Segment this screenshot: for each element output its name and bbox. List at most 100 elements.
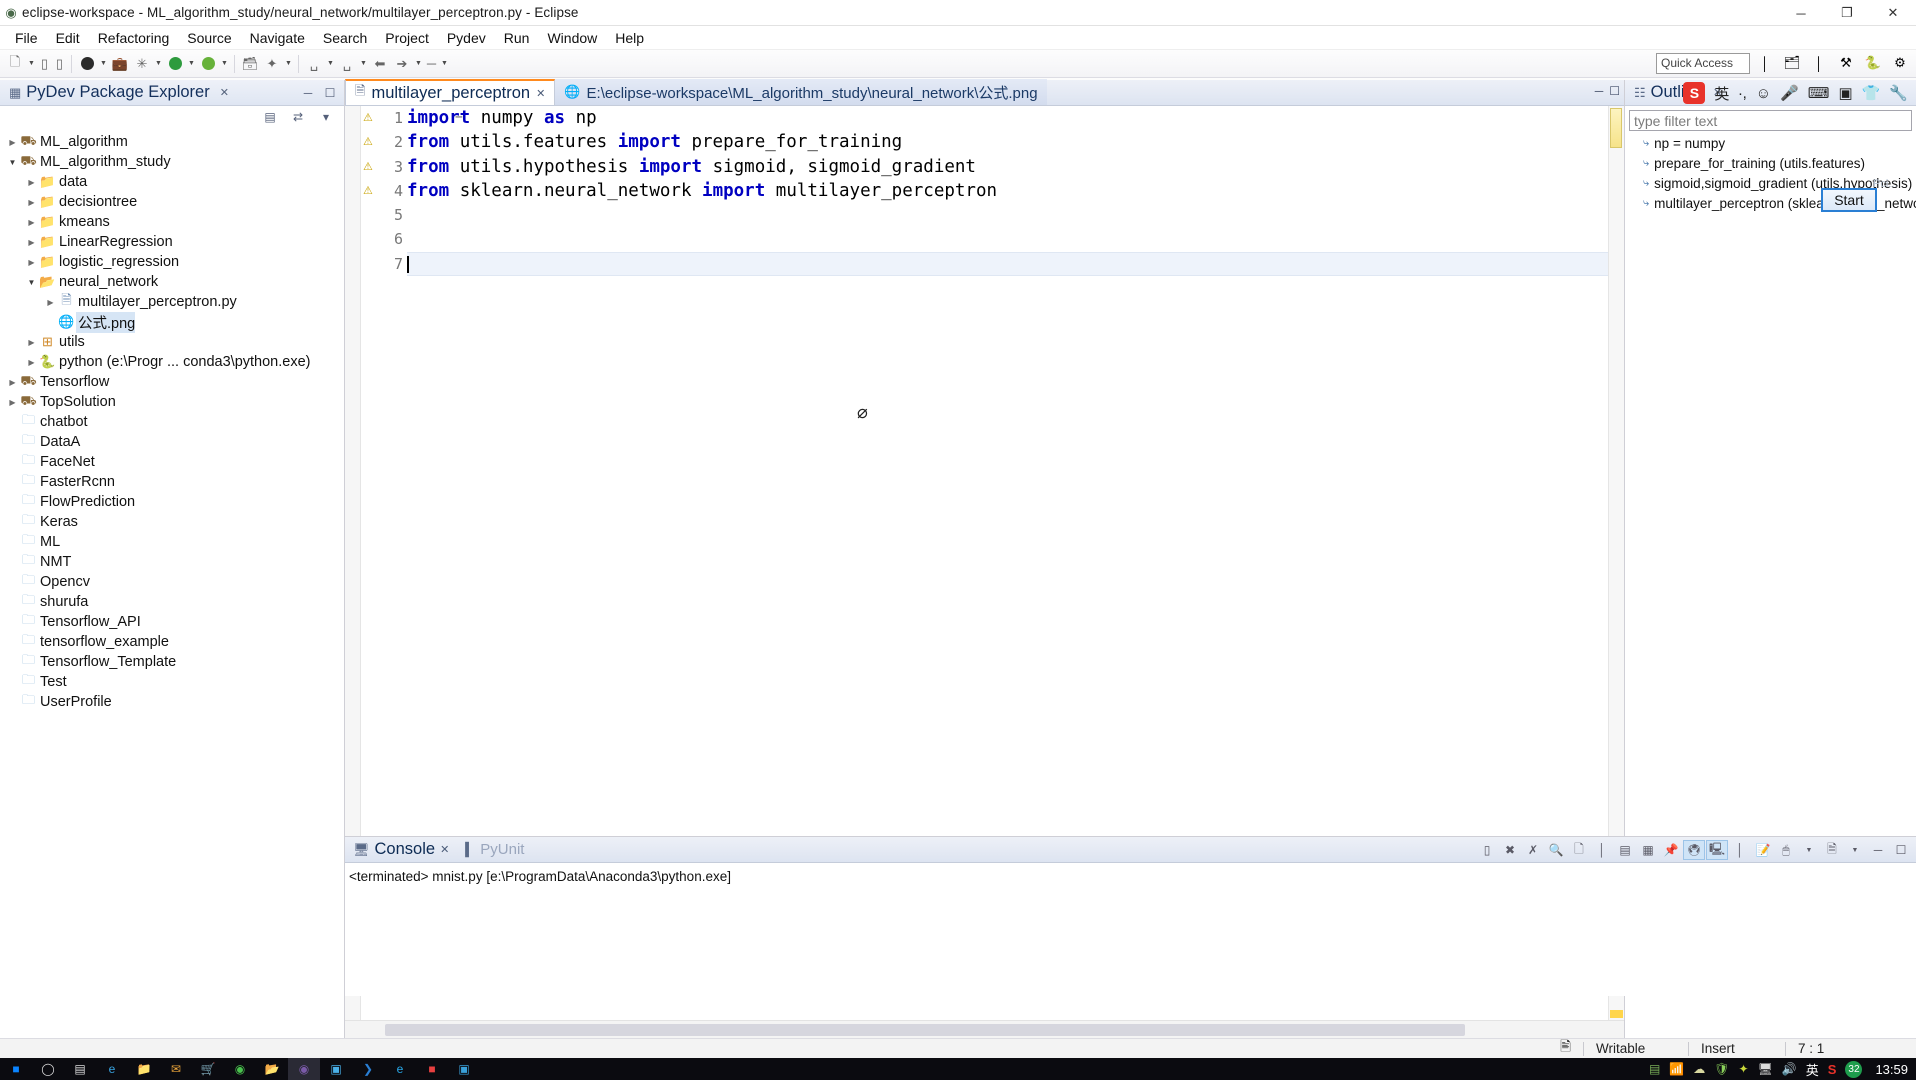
hscroll-thumb[interactable]: [385, 1024, 1465, 1036]
forward-dropdown-icon[interactable]: ▼: [413, 60, 424, 67]
monitor-icon[interactable]: 🖥: [1758, 1062, 1773, 1076]
chevron-right-icon[interactable]: ▶: [25, 178, 38, 187]
microphone-icon[interactable]: 🎤: [1780, 84, 1799, 102]
menu-window[interactable]: Window: [538, 28, 606, 48]
mail-icon[interactable]: ✉: [160, 1058, 192, 1080]
code-line[interactable]: from utils.hypothesis import sigmoid, si…: [407, 155, 1608, 179]
maximize-editor-icon[interactable]: ☐: [1609, 84, 1620, 98]
scroll-lock-icon[interactable]: ▤: [1614, 840, 1636, 860]
folding-marker-icon[interactable]: −: [455, 106, 463, 130]
open-perspective-icon[interactable]: 🗂: [1780, 52, 1804, 74]
external-tools-dropdown-icon[interactable]: ▼: [153, 60, 164, 67]
tree-item[interactable]: 🗀 Tensorflow_API: [0, 612, 344, 632]
java-perspective-icon[interactable]: ⚒: [1834, 52, 1858, 74]
chevron-right-icon[interactable]: ▶: [25, 218, 38, 227]
shield-icon[interactable]: 🛡: [1714, 1062, 1729, 1076]
chevron-right-icon[interactable]: ▶: [6, 378, 19, 387]
debug-icon[interactable]: [76, 53, 98, 75]
ime-tray-label[interactable]: 英: [1806, 1060, 1819, 1079]
previous-annotation-icon[interactable]: ␣: [336, 53, 358, 75]
edge-icon[interactable]: e: [384, 1058, 416, 1080]
new-console-view-icon[interactable]: 📝: [1752, 840, 1774, 860]
open-console-icon[interactable]: 🖳: [1706, 840, 1728, 860]
pyunit-tab[interactable]: ▍ PyUnit: [457, 841, 532, 858]
terminate-icon[interactable]: ▯: [1476, 840, 1498, 860]
run-last-dropdown-icon[interactable]: ▼: [219, 60, 230, 67]
keyboard-icon[interactable]: ⌨: [1808, 84, 1830, 102]
quick-access-input[interactable]: Quick Access: [1656, 52, 1750, 74]
tree-item[interactable]: 🗀 ML: [0, 532, 344, 552]
menu-search[interactable]: Search: [314, 28, 376, 48]
new-icon[interactable]: 🗋: [4, 53, 26, 75]
sogou-logo-icon[interactable]: S: [1683, 82, 1706, 104]
minimize-button[interactable]: ─: [1778, 0, 1824, 26]
outline-item[interactable]: ⤷ np = numpy: [1625, 133, 1916, 153]
chevron-right-icon[interactable]: ▶: [25, 338, 38, 347]
chevron-right-icon[interactable]: ▶: [6, 398, 19, 407]
display-icon[interactable]: ▤: [1649, 1062, 1660, 1076]
warning-marker-icon[interactable]: ⚠: [363, 184, 373, 197]
chevron-right-icon[interactable]: ▶: [25, 258, 38, 267]
browser-icon[interactable]: e: [96, 1058, 128, 1080]
new-dropdown-icon[interactable]: ▼: [26, 60, 37, 67]
pydev-package-icon[interactable]: ✦: [261, 53, 283, 75]
chrome-icon[interactable]: ◉: [224, 1058, 256, 1080]
start-icon[interactable]: ■: [0, 1058, 32, 1080]
chevron-down-icon[interactable]: ▼: [25, 278, 38, 287]
editor-tab-multilayer-perceptron[interactable]: 🗎 multilayer_perceptron ✕: [345, 79, 556, 105]
open-console-menu-icon[interactable]: 🗎: [1821, 840, 1843, 860]
tree-item[interactable]: ▶ 📁 LinearRegression: [0, 232, 344, 252]
tree-item[interactable]: ▶ ⛟ ML_algorithm: [0, 132, 344, 152]
display-selected-console-icon[interactable]: 🖲: [1683, 840, 1705, 860]
cloud-icon[interactable]: ☁: [1693, 1062, 1705, 1076]
link-with-editor-icon[interactable]: ⇄: [288, 108, 308, 127]
project-tree[interactable]: ▶ ⛟ ML_algorithm ▼ ⛟ ML_algorithm_study ▶ 📁 data…: [0, 128, 344, 712]
store-icon[interactable]: 🛒: [192, 1058, 224, 1080]
pdf-icon[interactable]: ■: [416, 1058, 448, 1080]
debug-perspective-icon[interactable]: ⚙: [1888, 52, 1912, 74]
maximize-view-icon[interactable]: ☐: [320, 83, 340, 102]
menu-project[interactable]: Project: [376, 28, 438, 48]
code-line[interactable]: − import numpy as np: [407, 106, 1608, 130]
minimize-editor-icon[interactable]: ─: [1595, 84, 1604, 98]
menu-navigate[interactable]: Navigate: [241, 28, 314, 48]
tree-item[interactable]: 🗀 tensorflow_example: [0, 632, 344, 652]
chevron-down-icon[interactable]: ▼: [6, 158, 19, 167]
skin-icon[interactable]: 👕: [1862, 84, 1881, 102]
close-icon[interactable]: ✕: [440, 843, 449, 856]
forward-icon[interactable]: ➔: [391, 53, 413, 75]
menu-edit[interactable]: Edit: [47, 28, 89, 48]
run-dropdown-icon[interactable]: ▼: [186, 60, 197, 67]
tree-item[interactable]: 🗀 shurufa: [0, 592, 344, 612]
editor-tab-gongshi-png[interactable]: 🌐 E:\eclipse-workspace\ML_algorithm_stud…: [555, 79, 1047, 105]
tree-item[interactable]: ▼ ⛟ ML_algorithm_study: [0, 152, 344, 172]
tree-item[interactable]: ▶ 📁 kmeans: [0, 212, 344, 232]
clear-console-icon[interactable]: 🗋: [1568, 840, 1590, 860]
menu-run[interactable]: Run: [495, 28, 539, 48]
tree-item[interactable]: 🗀 FaceNet: [0, 452, 344, 472]
update-icon[interactable]: ✦: [1739, 1062, 1749, 1076]
pin-console-icon[interactable]: 📌: [1660, 840, 1682, 860]
coverage-icon[interactable]: 💼: [109, 53, 131, 75]
next-annotation-dropdown-icon[interactable]: ▼: [325, 60, 336, 67]
sogou-tray-icon[interactable]: S: [1828, 1062, 1837, 1077]
tree-item[interactable]: 🗀 NMT: [0, 552, 344, 572]
chevron-right-icon[interactable]: ▶: [44, 298, 57, 307]
vscode-icon[interactable]: ❯: [352, 1058, 384, 1080]
tree-item[interactable]: ▶ 📁 data: [0, 172, 344, 192]
previous-annotation-dropdown-icon[interactable]: ▼: [358, 60, 369, 67]
open-console-menu-dropdown-icon[interactable]: ▼: [1844, 840, 1866, 860]
eclipse-taskbar-icon[interactable]: ◉: [288, 1058, 320, 1080]
overview-marker[interactable]: [1610, 1010, 1623, 1018]
explorer-tab[interactable]: ▦ PyDev Package Explorer ✕: [0, 83, 229, 102]
tree-item[interactable]: 🗀 DataA: [0, 432, 344, 452]
menu-help[interactable]: Help: [606, 28, 653, 48]
tree-item[interactable]: 🗀 FasterRcnn: [0, 472, 344, 492]
chevron-right-icon[interactable]: ▶: [6, 138, 19, 147]
tree-item[interactable]: ▶ 🐍 python (e:\Progr ... conda3\python.exe…: [0, 352, 344, 372]
view-menu-icon[interactable]: ▾: [316, 108, 336, 127]
pydev-dropdown-icon[interactable]: ▼: [283, 60, 294, 67]
tree-item[interactable]: 🗀 Test: [0, 672, 344, 692]
tree-item[interactable]: 🌐 公式.png: [0, 311, 344, 333]
wrench-icon[interactable]: 🔧: [1889, 84, 1908, 102]
